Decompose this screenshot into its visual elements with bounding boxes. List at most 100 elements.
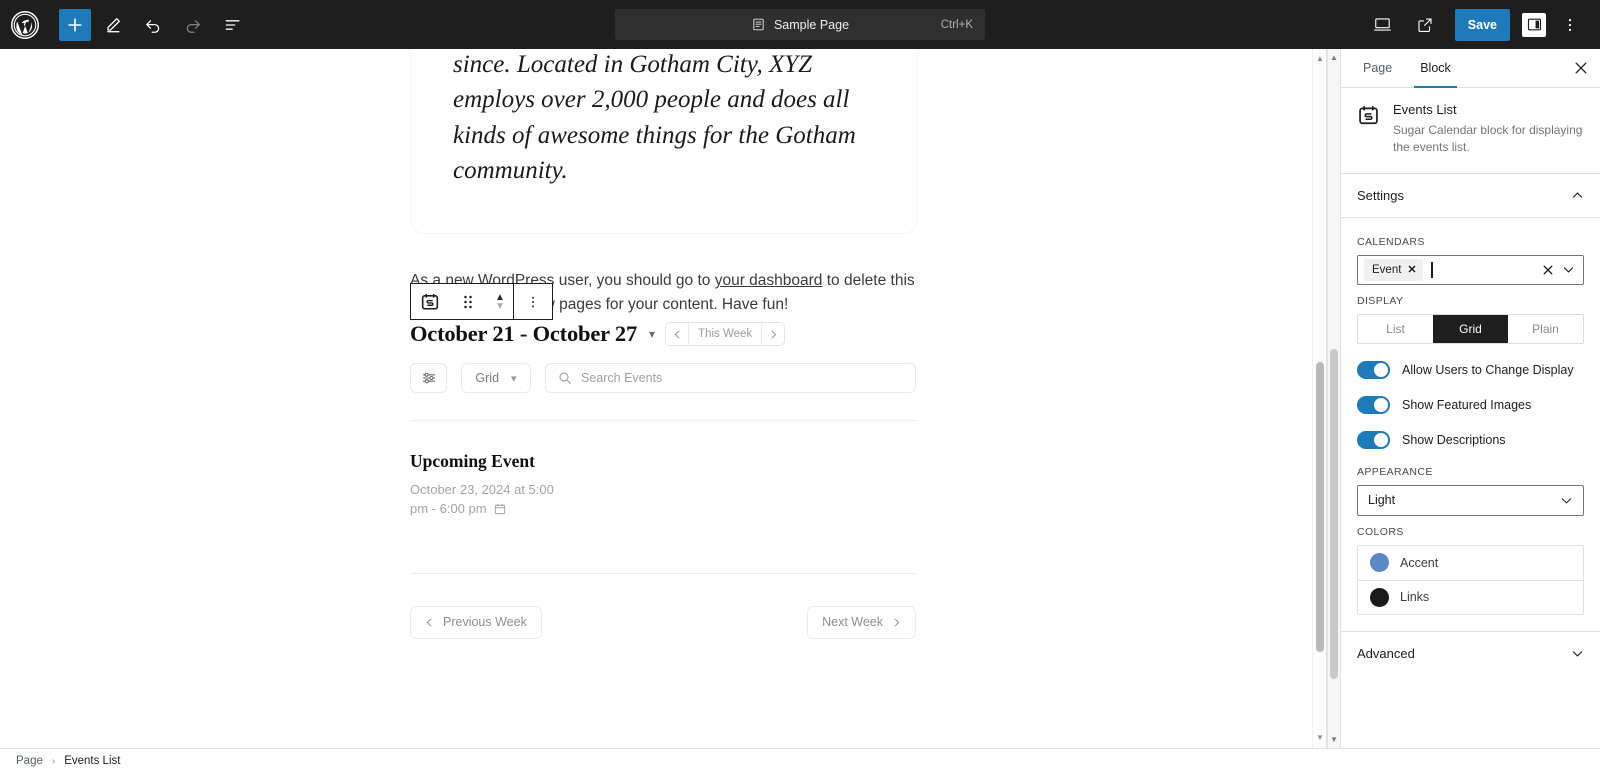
redo-button[interactable] xyxy=(175,7,211,43)
breadcrumb-page[interactable]: Page xyxy=(16,755,43,767)
calendar-token[interactable]: Event ✕ xyxy=(1364,258,1423,281)
close-small-icon[interactable]: ✕ xyxy=(1407,263,1416,276)
clear-x-icon[interactable] xyxy=(1542,264,1554,276)
accent-color-label: Accent xyxy=(1400,555,1439,570)
sidebar-scrollbar-thumb[interactable] xyxy=(1330,349,1338,679)
settings-panel-header[interactable]: Settings xyxy=(1341,174,1600,218)
block-movers[interactable]: ▲ ▼ xyxy=(487,284,513,319)
toggle-switch[interactable] xyxy=(1357,395,1390,414)
canvas-scrollbar[interactable]: ▲ ▼ xyxy=(1312,49,1326,748)
color-row-links[interactable]: Links xyxy=(1358,579,1583,614)
advanced-panel-header[interactable]: Advanced xyxy=(1341,632,1600,676)
top-bar-left-tools xyxy=(49,7,255,43)
text-cursor xyxy=(1430,261,1433,278)
chevron-down-icon[interactable]: ▼ xyxy=(495,301,505,311)
display-option-plain[interactable]: Plain xyxy=(1508,314,1583,343)
toggle-allow-users-change-display: Allow Users to Change Display xyxy=(1357,360,1584,379)
settings-panel-title: Settings xyxy=(1357,187,1404,203)
close-sidebar-button[interactable] xyxy=(1562,49,1600,87)
save-button[interactable]: Save xyxy=(1454,8,1510,41)
color-row-accent[interactable]: Accent xyxy=(1358,545,1583,580)
edit-mode-button[interactable] xyxy=(95,7,131,43)
event-datetime: October 23, 2024 at 5:00 pm - 6:00 pm xyxy=(410,481,570,521)
calendars-label: CALENDARS xyxy=(1357,235,1425,248)
settings-sidebar-toggle[interactable] xyxy=(1518,8,1550,41)
desktop-preview-icon[interactable] xyxy=(1365,7,1401,43)
previous-week-button[interactable]: Previous Week xyxy=(410,605,542,639)
wordpress-logo-icon[interactable] xyxy=(0,0,49,49)
intro-quote-text: quality doohickeys to the public ever si… xyxy=(453,50,856,185)
display-option-grid[interactable]: Grid xyxy=(1433,314,1508,343)
display-option-list[interactable]: List xyxy=(1358,314,1433,343)
calendars-token-field[interactable]: Event ✕ xyxy=(1357,254,1584,285)
toggle-switch[interactable] xyxy=(1357,430,1390,449)
canvas-scrollbar-thumb[interactable] xyxy=(1316,362,1324,652)
calendar-token-label: Event xyxy=(1372,263,1402,276)
intro-quote-card[interactable]: quality doohickeys to the public ever si… xyxy=(411,49,917,233)
undo-button[interactable] xyxy=(135,7,171,43)
display-mode-select[interactable]: Grid ▾ xyxy=(461,363,531,393)
tab-block[interactable]: Block xyxy=(1406,49,1465,88)
event-datetime-text: October 23, 2024 at 5:00 pm - 6:00 pm xyxy=(410,482,554,516)
editor-canvas[interactable]: quality doohickeys to the public ever si… xyxy=(0,49,1326,748)
block-options-button[interactable] xyxy=(514,284,552,319)
block-toolbar: ▲ ▼ xyxy=(410,283,553,320)
events-list-block[interactable]: October 21 - October 27 ▾ This Week Grid… xyxy=(410,321,916,639)
sidebar-scroll-up-icon[interactable]: ▲ xyxy=(1328,53,1340,62)
this-week-button[interactable]: This Week xyxy=(688,323,763,345)
calendar-icon xyxy=(494,502,506,521)
chevron-down-icon[interactable] xyxy=(1562,263,1575,276)
block-name: Events List xyxy=(1393,102,1457,117)
top-bar-right-tools: Save xyxy=(1365,7,1600,43)
event-list-item[interactable]: Upcoming Event October 23, 2024 at 5:00 … xyxy=(410,421,916,521)
document-overview-button[interactable] xyxy=(215,7,251,43)
editor-body: quality doohickeys to the public ever si… xyxy=(0,49,1600,748)
post-content: quality doohickeys to the public ever si… xyxy=(0,49,1312,748)
editor-top-bar: Sample Page Ctrl+K Save xyxy=(0,0,1600,49)
token-field-actions xyxy=(1542,263,1579,276)
more-options-button[interactable] xyxy=(1552,7,1588,43)
breadcrumb-events-list[interactable]: Events List xyxy=(64,755,120,767)
chevron-down-icon[interactable]: ▾ xyxy=(649,327,655,341)
document-switcher[interactable]: Sample Page Ctrl+K xyxy=(615,9,985,40)
chevron-down-icon xyxy=(1560,494,1573,507)
dashboard-link[interactable]: your dashboard xyxy=(715,272,823,289)
chevron-down-icon xyxy=(1571,647,1584,660)
events-controls-row: Grid ▾ Search Events xyxy=(410,363,916,393)
prev-week-arrow-button[interactable] xyxy=(666,323,689,345)
appearance-select[interactable]: Light xyxy=(1357,484,1584,516)
toggle-knob xyxy=(1374,397,1388,412)
filter-sliders-icon[interactable] xyxy=(410,363,447,393)
sidebar-scrollbar[interactable]: ▲ ▼ xyxy=(1327,49,1340,748)
events-date-range: October 21 - October 27 xyxy=(410,321,638,346)
chevron-down-icon: ▾ xyxy=(511,372,517,385)
settings-sidebar-icon xyxy=(1527,18,1541,31)
accent-color-swatch xyxy=(1370,553,1389,573)
add-block-button[interactable] xyxy=(59,8,91,41)
tab-page[interactable]: Page xyxy=(1349,49,1406,87)
drag-handle-icon[interactable] xyxy=(449,284,487,319)
toggle-label: Allow Users to Change Display xyxy=(1402,362,1574,377)
appearance-label: APPEARANCE xyxy=(1357,465,1433,478)
toggle-knob xyxy=(1374,432,1388,447)
sidebar-tabs: Page Block xyxy=(1341,49,1600,88)
settings-sidebar: Page Block Events List Sugar Calendar bl… xyxy=(1340,49,1600,748)
scroll-down-arrow-icon[interactable]: ▼ xyxy=(1316,734,1324,742)
sidebar-scroll-down-icon[interactable]: ▼ xyxy=(1328,735,1340,744)
next-week-button[interactable]: Next Week xyxy=(807,605,916,639)
links-color-label: Links xyxy=(1400,590,1430,605)
next-week-arrow-button[interactable] xyxy=(762,323,785,345)
breadcrumb-separator: › xyxy=(51,755,56,767)
editor-canvas-wrapper: quality doohickeys to the public ever si… xyxy=(0,49,1327,748)
toggle-label: Show Featured Images xyxy=(1402,397,1532,412)
events-list-block-icon[interactable] xyxy=(411,284,449,319)
event-title[interactable]: Upcoming Event xyxy=(410,451,916,472)
links-color-swatch xyxy=(1370,587,1389,607)
toggle-switch[interactable] xyxy=(1357,360,1390,379)
advanced-panel-title: Advanced xyxy=(1357,646,1415,662)
view-site-external-icon[interactable] xyxy=(1407,7,1443,43)
display-label: DISPLAY xyxy=(1357,294,1404,307)
block-info-card: Events List Sugar Calendar block for dis… xyxy=(1341,88,1600,174)
scroll-up-arrow-icon[interactable]: ▲ xyxy=(1316,55,1324,63)
search-events-input[interactable]: Search Events xyxy=(545,363,916,393)
